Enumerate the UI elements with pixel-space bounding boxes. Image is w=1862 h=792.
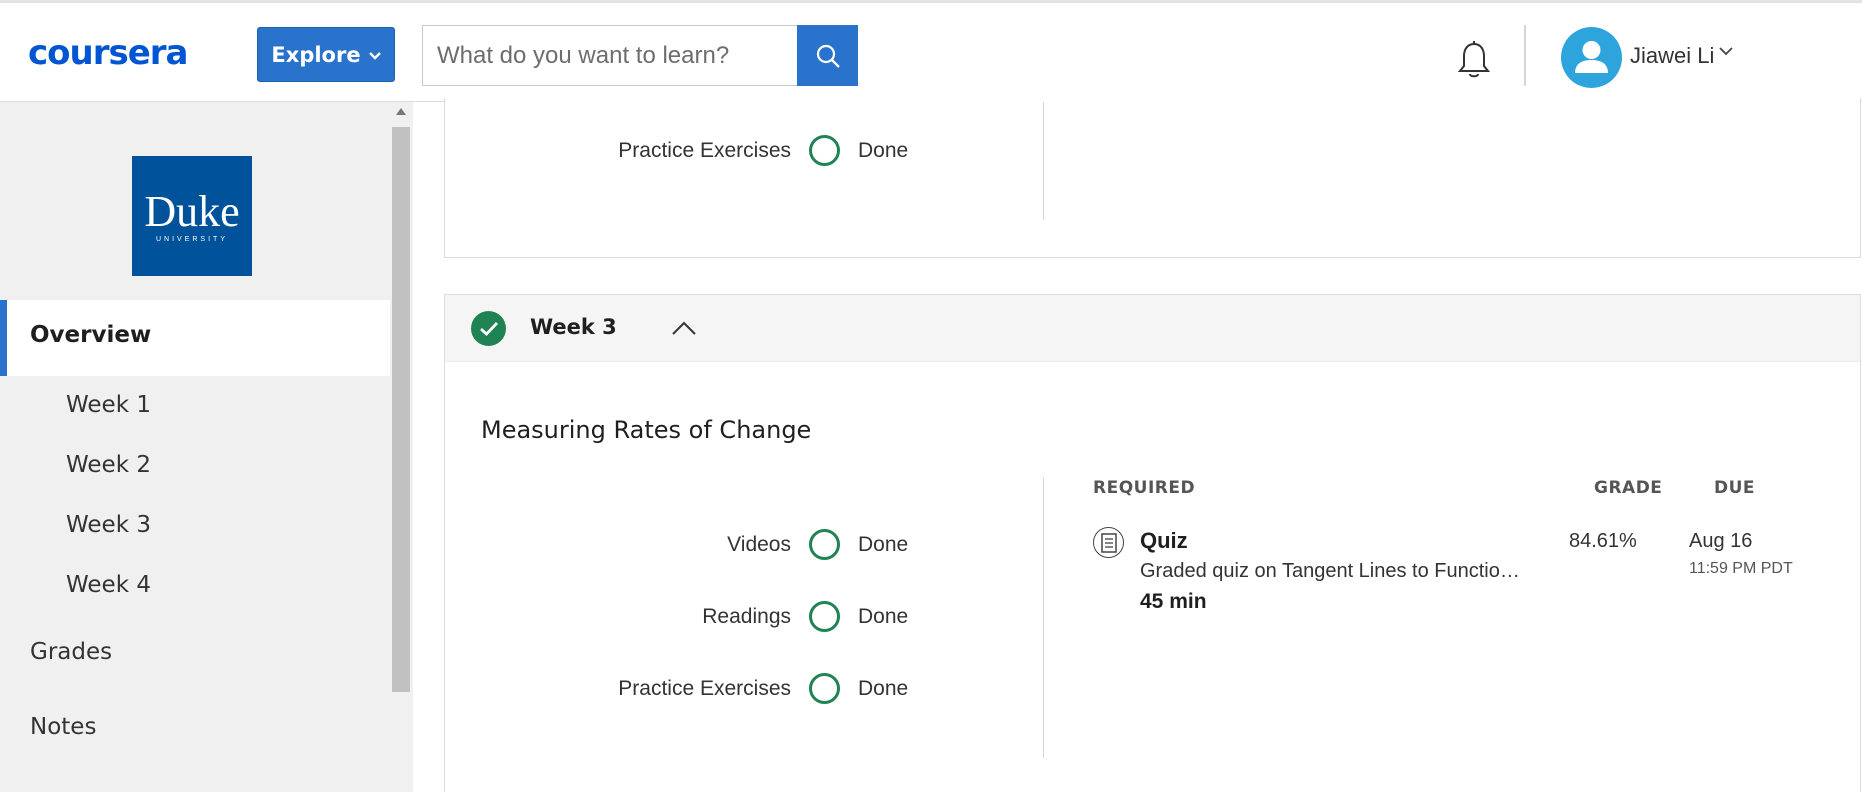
notifications-button[interactable] bbox=[1455, 39, 1493, 81]
column-divider bbox=[1043, 102, 1044, 220]
progress-status: Done bbox=[858, 676, 909, 700]
section-title: Measuring Rates of Change bbox=[481, 416, 812, 444]
sidebar-item-notes[interactable]: Notes bbox=[30, 714, 96, 740]
progress-label: Practice Exercises bbox=[618, 676, 791, 700]
sidebar-item-week-2[interactable]: Week 2 bbox=[66, 452, 151, 478]
bell-icon bbox=[1457, 41, 1491, 78]
progress-row-videos: Videos Done bbox=[418, 529, 918, 560]
column-header-required: REQUIRED bbox=[1093, 478, 1196, 498]
progress-status: Done bbox=[858, 138, 909, 162]
progress-label: Practice Exercises bbox=[618, 138, 791, 162]
progress-status: Done bbox=[858, 532, 909, 556]
coursera-logo[interactable]: coursera bbox=[28, 31, 188, 75]
sidebar-item-label: Overview bbox=[30, 322, 152, 348]
search-button[interactable] bbox=[797, 25, 858, 86]
quiz-duration: 45 min bbox=[1140, 590, 1207, 613]
quiz-due-time: 11:59 PM PDT bbox=[1689, 560, 1793, 577]
sidebar-item-week-4[interactable]: Week 4 bbox=[66, 572, 151, 598]
scrollbar-thumb[interactable] bbox=[392, 127, 410, 692]
quiz-grade: 84.61% bbox=[1569, 530, 1637, 552]
week-3-header[interactable]: Week 3 bbox=[445, 295, 1860, 362]
progress-label: Videos bbox=[727, 532, 791, 556]
progress-circle-icon bbox=[809, 529, 840, 560]
progress-row-practice-exercises: Practice Exercises Done bbox=[418, 135, 918, 166]
quiz-title-link[interactable]: Quiz bbox=[1140, 528, 1188, 554]
user-name[interactable]: Jiawei Li bbox=[1630, 41, 1714, 71]
progress-circle-icon bbox=[809, 673, 840, 704]
progress-status: Done bbox=[858, 604, 909, 628]
top-header: coursera Explore Jiawei Li bbox=[0, 0, 1862, 102]
scroll-up-arrow-icon[interactable] bbox=[396, 108, 406, 115]
avatar-icon[interactable] bbox=[1561, 27, 1622, 88]
progress-row-readings: Readings Done bbox=[418, 601, 918, 632]
column-divider bbox=[1043, 477, 1044, 758]
progress-circle-icon bbox=[809, 135, 840, 166]
progress-row-practice-exercises: Practice Exercises Done bbox=[418, 673, 918, 704]
quiz-description[interactable]: Graded quiz on Tangent Lines to Functio… bbox=[1140, 560, 1540, 583]
progress-label: Readings bbox=[702, 604, 791, 628]
quiz-icon bbox=[1093, 527, 1124, 558]
previous-week-card bbox=[444, 98, 1861, 258]
explore-button[interactable]: Explore bbox=[257, 27, 395, 82]
duke-logo-title: Duke bbox=[144, 187, 240, 236]
chevron-up-icon[interactable] bbox=[669, 317, 699, 339]
quiz-due-date: Aug 16 bbox=[1689, 530, 1753, 552]
column-header-grade: GRADE bbox=[1594, 478, 1663, 498]
chevron-down-icon[interactable] bbox=[1718, 45, 1734, 57]
sidebar-scrollbar[interactable] bbox=[390, 102, 413, 792]
search-icon bbox=[816, 44, 840, 68]
week-title: Week 3 bbox=[530, 315, 617, 339]
duke-university-logo: Duke UNIVERSITY bbox=[132, 156, 252, 276]
sidebar-item-grades[interactable]: Grades bbox=[30, 639, 112, 665]
column-header-due: DUE bbox=[1714, 478, 1756, 498]
sidebar-item-week-3[interactable]: Week 3 bbox=[66, 512, 151, 538]
explore-button-label: Explore bbox=[271, 42, 361, 67]
header-divider bbox=[1524, 25, 1526, 86]
chevron-down-icon bbox=[368, 51, 381, 60]
duke-logo-subtitle: UNIVERSITY bbox=[155, 236, 228, 243]
progress-circle-icon bbox=[809, 601, 840, 632]
sidebar-item-overview[interactable]: Overview bbox=[0, 300, 390, 376]
search-input[interactable] bbox=[422, 25, 798, 86]
completed-check-icon bbox=[471, 311, 506, 346]
sidebar-item-week-1[interactable]: Week 1 bbox=[66, 392, 151, 418]
